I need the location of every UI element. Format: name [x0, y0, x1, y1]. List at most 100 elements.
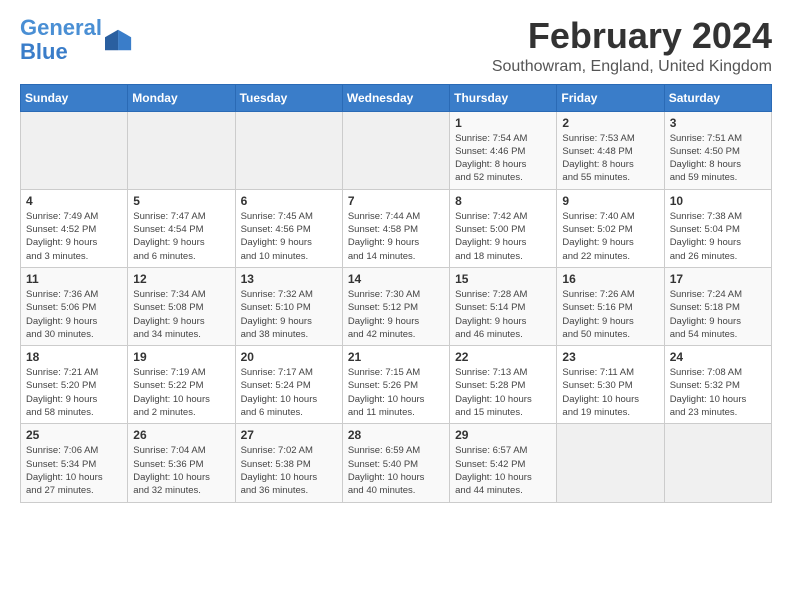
day-info: Sunrise: 7:38 AM Sunset: 5:04 PM Dayligh…	[670, 210, 766, 263]
calendar-cell: 19Sunrise: 7:19 AM Sunset: 5:22 PM Dayli…	[128, 346, 235, 424]
weekday-header: Saturday	[664, 84, 771, 111]
day-info: Sunrise: 7:26 AM Sunset: 5:16 PM Dayligh…	[562, 288, 658, 341]
logo-line1: General	[20, 15, 102, 40]
calendar-cell: 29 Sunrise: 6:57 AM Sunset: 5:42 PM Dayli…	[450, 424, 557, 502]
weekday-header: Monday	[128, 84, 235, 111]
calendar-cell: 14 Sunrise: 7:30 AM Sunset: 5:12 PM Dayli…	[342, 267, 449, 345]
day-number: 14	[348, 272, 444, 286]
day-number: 4	[26, 194, 122, 208]
day-info: Sunrise: 7:15 AM Sunset: 5:26 PM Dayligh…	[348, 366, 444, 419]
day-info: Sunrise: 7:32 AM Sunset: 5:10 PM Dayligh…	[241, 288, 337, 341]
day-info: Sunrise: 7:13 AM Sunset: 5:28 PM Dayligh…	[455, 366, 551, 419]
calendar-cell: 28 Sunrise: 6:59 AM Sunset: 5:40 PM Dayli…	[342, 424, 449, 502]
month-title: February 2024	[492, 16, 772, 56]
calendar-cell	[235, 111, 342, 189]
calendar-week-row: 18 Sunrise: 7:21 AM Sunset: 5:20 PM Dayli…	[21, 346, 772, 424]
day-info: Sunrise: 7:02 AM Sunset: 5:38 PM Dayligh…	[241, 444, 337, 497]
calendar-cell: 16 Sunrise: 7:26 AM Sunset: 5:16 PM Dayli…	[557, 267, 664, 345]
calendar-cell: 4 Sunrise: 7:49 AM Sunset: 4:52 PM Daylig…	[21, 189, 128, 267]
day-info: Sunrise: 7:51 AM Sunset: 4:50 PM Dayligh…	[670, 132, 766, 185]
day-number: 8	[455, 194, 551, 208]
day-info: Sunrise: 7:47 AM Sunset: 4:54 PM Dayligh…	[133, 210, 229, 263]
calendar-cell: 21 Sunrise: 7:15 AM Sunset: 5:26 PM Dayli…	[342, 346, 449, 424]
calendar-table: SundayMondayTuesdayWednesdayThursdayFrid…	[20, 84, 772, 503]
day-info: Sunrise: 7:04 AM Sunset: 5:36 PM Dayligh…	[133, 444, 229, 497]
day-number: 11	[26, 272, 122, 286]
day-number: 2	[562, 116, 658, 130]
calendar-cell: 10 Sunrise: 7:38 AM Sunset: 5:04 PM Dayli…	[664, 189, 771, 267]
day-number: 7	[348, 194, 444, 208]
logo-icon	[105, 26, 133, 54]
day-number: 6	[241, 194, 337, 208]
day-number: 24	[670, 350, 766, 364]
day-info: Sunrise: 7:53 AM Sunset: 4:48 PM Dayligh…	[562, 132, 658, 185]
calendar-cell: 24 Sunrise: 7:08 AM Sunset: 5:32 PM Dayli…	[664, 346, 771, 424]
calendar-cell: 25Sunrise: 7:06 AM Sunset: 5:34 PM Dayli…	[21, 424, 128, 502]
day-number: 16	[562, 272, 658, 286]
day-info: Sunrise: 6:59 AM Sunset: 5:40 PM Dayligh…	[348, 444, 444, 497]
weekday-header: Friday	[557, 84, 664, 111]
day-number: 15	[455, 272, 551, 286]
day-number: 18	[26, 350, 122, 364]
calendar-cell: 22 Sunrise: 7:13 AM Sunset: 5:28 PM Dayli…	[450, 346, 557, 424]
day-info: Sunrise: 7:21 AM Sunset: 5:20 PM Dayligh…	[26, 366, 122, 419]
logo-text: General Blue	[20, 16, 102, 64]
calendar-cell: 12 Sunrise: 7:34 AM Sunset: 5:08 PM Dayli…	[128, 267, 235, 345]
day-info: Sunrise: 7:44 AM Sunset: 4:58 PM Dayligh…	[348, 210, 444, 263]
calendar-cell: 18 Sunrise: 7:21 AM Sunset: 5:20 PM Dayli…	[21, 346, 128, 424]
calendar-cell: 7 Sunrise: 7:44 AM Sunset: 4:58 PM Daylig…	[342, 189, 449, 267]
day-number: 27	[241, 428, 337, 442]
day-number: 25	[26, 428, 122, 442]
day-info: Sunrise: 7:30 AM Sunset: 5:12 PM Dayligh…	[348, 288, 444, 341]
day-info: Sunrise: 7:28 AM Sunset: 5:14 PM Dayligh…	[455, 288, 551, 341]
day-number: 23	[562, 350, 658, 364]
calendar-cell: 1 Sunrise: 7:54 AM Sunset: 4:46 PM Daylig…	[450, 111, 557, 189]
calendar-cell: 2 Sunrise: 7:53 AM Sunset: 4:48 PM Daylig…	[557, 111, 664, 189]
calendar-cell	[21, 111, 128, 189]
day-info: Sunrise: 7:36 AM Sunset: 5:06 PM Dayligh…	[26, 288, 122, 341]
day-info: Sunrise: 7:11 AM Sunset: 5:30 PM Dayligh…	[562, 366, 658, 419]
calendar-header-row: SundayMondayTuesdayWednesdayThursdayFrid…	[21, 84, 772, 111]
day-info: Sunrise: 7:49 AM Sunset: 4:52 PM Dayligh…	[26, 210, 122, 263]
day-info: Sunrise: 7:40 AM Sunset: 5:02 PM Dayligh…	[562, 210, 658, 263]
calendar-cell	[664, 424, 771, 502]
calendar-cell	[342, 111, 449, 189]
weekday-header: Thursday	[450, 84, 557, 111]
calendar-cell: 9 Sunrise: 7:40 AM Sunset: 5:02 PM Daylig…	[557, 189, 664, 267]
day-number: 21	[348, 350, 444, 364]
day-number: 9	[562, 194, 658, 208]
day-number: 12	[133, 272, 229, 286]
day-number: 29	[455, 428, 551, 442]
day-number: 1	[455, 116, 551, 130]
day-info: Sunrise: 7:34 AM Sunset: 5:08 PM Dayligh…	[133, 288, 229, 341]
day-info: Sunrise: 7:42 AM Sunset: 5:00 PM Dayligh…	[455, 210, 551, 263]
day-info: Sunrise: 6:57 AM Sunset: 5:42 PM Dayligh…	[455, 444, 551, 497]
location-subtitle: Southowram, England, United Kingdom	[492, 58, 772, 76]
calendar-cell: 26 Sunrise: 7:04 AM Sunset: 5:36 PM Dayli…	[128, 424, 235, 502]
calendar-cell: 27 Sunrise: 7:02 AM Sunset: 5:38 PM Dayli…	[235, 424, 342, 502]
calendar-cell: 13 Sunrise: 7:32 AM Sunset: 5:10 PM Dayli…	[235, 267, 342, 345]
calendar-cell: 11 Sunrise: 7:36 AM Sunset: 5:06 PM Dayli…	[21, 267, 128, 345]
day-number: 13	[241, 272, 337, 286]
day-number: 28	[348, 428, 444, 442]
weekday-header: Sunday	[21, 84, 128, 111]
day-number: 17	[670, 272, 766, 286]
day-info: Sunrise: 7:54 AM Sunset: 4:46 PM Dayligh…	[455, 132, 551, 185]
day-info: Sunrise: 7:08 AM Sunset: 5:32 PM Dayligh…	[670, 366, 766, 419]
calendar-cell: 20Sunrise: 7:17 AM Sunset: 5:24 PM Dayli…	[235, 346, 342, 424]
calendar-cell: 5 Sunrise: 7:47 AM Sunset: 4:54 PM Daylig…	[128, 189, 235, 267]
calendar-cell: 15 Sunrise: 7:28 AM Sunset: 5:14 PM Dayli…	[450, 267, 557, 345]
calendar-cell: 6 Sunrise: 7:45 AM Sunset: 4:56 PM Daylig…	[235, 189, 342, 267]
day-info: Sunrise: 7:45 AM Sunset: 4:56 PM Dayligh…	[241, 210, 337, 263]
day-info: Sunrise: 7:19 AM Sunset: 5:22 PM Dayligh…	[133, 366, 229, 419]
day-number: 10	[670, 194, 766, 208]
title-area: February 2024 Southowram, England, Unite…	[492, 16, 772, 76]
day-number: 26	[133, 428, 229, 442]
day-number: 5	[133, 194, 229, 208]
logo: General Blue	[20, 16, 133, 64]
calendar-cell: 17Sunrise: 7:24 AM Sunset: 5:18 PM Dayli…	[664, 267, 771, 345]
calendar-week-row: 11 Sunrise: 7:36 AM Sunset: 5:06 PM Dayli…	[21, 267, 772, 345]
day-number: 20	[241, 350, 337, 364]
day-number: 22	[455, 350, 551, 364]
weekday-header: Wednesday	[342, 84, 449, 111]
